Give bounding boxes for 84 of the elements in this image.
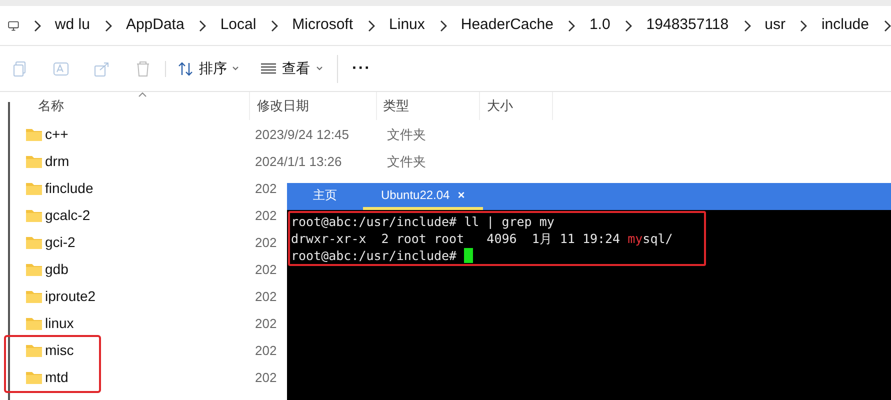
file-name: gci-2 <box>45 233 76 252</box>
breadcrumb-item[interactable]: wd lu <box>54 14 90 37</box>
file-row[interactable]: linux 202 <box>10 310 277 337</box>
chevron-right-icon <box>883 20 891 32</box>
breadcrumb-item[interactable]: 1.0 <box>589 14 610 37</box>
terminal-tab[interactable]: 主页 <box>295 183 355 210</box>
modified-date: 2023/9/24 12:45 <box>255 126 349 144</box>
file-row[interactable]: gcalc-2 202 <box>10 202 277 229</box>
chevron-right-icon <box>367 20 376 32</box>
file-row[interactable]: gdb 202 <box>10 256 277 283</box>
modified-date: 2024/1/1 13:26 <box>255 152 342 171</box>
modified-date: 202 <box>255 234 277 252</box>
file-row[interactable]: drm 2024/1/1 13:26 文件夹 <box>10 148 426 175</box>
modified-date: 202 <box>255 260 277 279</box>
file-type: 文件夹 <box>386 126 426 144</box>
folder-icon <box>26 155 42 168</box>
folder-icon <box>26 209 42 222</box>
file-name: iproute2 <box>45 287 96 306</box>
more-button[interactable]: ··· <box>352 56 371 80</box>
file-row[interactable]: misc 202 <box>10 337 277 364</box>
chevron-right-icon <box>198 20 206 32</box>
file-row[interactable]: c++ 2023/9/24 12:45 文件夹 <box>10 121 426 148</box>
folder-icon <box>26 344 42 357</box>
file-name: c++ <box>45 125 68 144</box>
caret-icon <box>316 66 323 71</box>
caret-icon <box>232 66 239 71</box>
breadcrumb-item[interactable]: Local <box>220 14 256 37</box>
folder-icon <box>26 182 42 195</box>
breadcrumb-item[interactable]: AppData <box>126 14 184 37</box>
breadcrumb-item[interactable]: 1948357118 <box>646 14 729 37</box>
terminal-text: root@abc:/usr/include# <box>291 247 458 264</box>
modified-date: 202 <box>255 206 277 225</box>
breadcrumb-item[interactable]: usr <box>764 14 786 37</box>
modified-date: 202 <box>255 288 277 306</box>
file-row[interactable]: finclude 202 <box>10 175 277 202</box>
file-name: linux <box>45 314 74 333</box>
folder-icon <box>26 290 42 303</box>
chevron-right-icon <box>270 20 278 32</box>
terminal-text: drwxr-xr-x 2 root root 4096 1月 11 19:24 <box>291 230 622 247</box>
column-header[interactable]: 名称 <box>10 92 250 120</box>
modified-date: 202 <box>255 342 277 360</box>
breadcrumb-item[interactable]: HeaderCache <box>460 14 554 37</box>
close-tab-button[interactable]: × <box>458 186 465 204</box>
modified-date: 202 <box>255 180 277 198</box>
file-name: drm <box>45 152 70 171</box>
file-name: misc <box>45 341 74 360</box>
terminal-text: my <box>628 230 643 247</box>
column-header[interactable]: 大小 <box>480 92 553 120</box>
chevron-right-icon <box>438 20 447 32</box>
file-name: gcalc-2 <box>45 206 90 225</box>
file-row[interactable]: mtd 202 <box>10 364 277 391</box>
modified-date: 202 <box>255 314 277 333</box>
breadcrumb-item[interactable]: Microsoft <box>292 14 354 37</box>
terminal-text: root@abc:/usr/include# ll | grep my <box>291 213 554 230</box>
file-name: mtd <box>45 368 68 387</box>
chevron-right-icon <box>32 20 41 32</box>
chevron-right-icon <box>624 20 632 32</box>
file-name: finclude <box>45 179 94 198</box>
chevron-right-icon <box>104 20 112 32</box>
modified-date: 202 <box>255 368 277 387</box>
chevron-right-icon <box>799 20 808 32</box>
folder-icon <box>26 128 42 141</box>
terminal-cursor <box>464 248 474 263</box>
sort-ascending-icon <box>138 92 147 97</box>
list-icon <box>261 63 276 74</box>
chevron-right-icon <box>567 20 576 32</box>
terminal-tab[interactable]: Ubuntu22.04 × <box>363 183 483 210</box>
breadcrumb-item[interactable]: include <box>821 14 869 37</box>
folder-icon <box>26 371 42 384</box>
sort-icon <box>178 62 194 76</box>
file-row[interactable]: iproute2 202 <box>10 283 277 310</box>
terminal-text: sql/ <box>642 230 673 247</box>
file-row[interactable]: gci-2 202 <box>10 229 277 256</box>
file-type: 文件夹 <box>386 152 426 171</box>
folder-icon <box>26 236 42 249</box>
column-header[interactable]: 修改日期 <box>250 92 377 120</box>
chevron-right-icon <box>742 20 751 32</box>
file-name: gdb <box>45 260 68 279</box>
folder-icon <box>26 317 42 330</box>
breadcrumb-item[interactable]: Linux <box>389 14 425 37</box>
view-button[interactable]: 查看 <box>261 58 323 79</box>
sort-button[interactable]: 排序 <box>178 58 239 79</box>
folder-icon <box>26 263 42 276</box>
column-header[interactable]: 类型 <box>377 92 480 120</box>
